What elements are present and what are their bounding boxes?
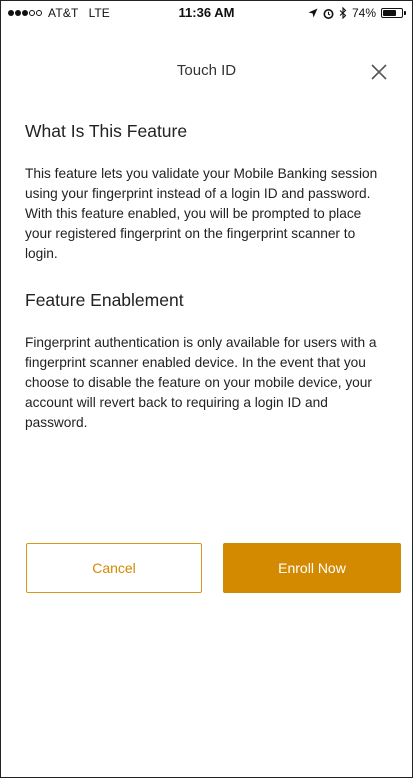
close-button[interactable] bbox=[368, 61, 390, 83]
bluetooth-icon bbox=[339, 7, 347, 19]
section-title: Feature Enablement bbox=[25, 290, 184, 310]
content: What Is This Feature This feature lets y… bbox=[25, 121, 387, 433]
page-title: Touch ID bbox=[176, 62, 237, 79]
status-right: 74% bbox=[308, 6, 406, 20]
section-feature-enablement: Feature Enablement Fingerprint authentic… bbox=[25, 290, 387, 433]
section-body: This feature lets you validate your Mobi… bbox=[25, 166, 378, 261]
modal-header: Touch ID bbox=[1, 59, 412, 89]
section-body: Fingerprint authentication is only avail… bbox=[25, 335, 377, 430]
alarm-icon bbox=[323, 8, 334, 19]
close-icon bbox=[371, 64, 387, 80]
status-bar: AT&T LTE 11:36 AM 74% bbox=[1, 1, 412, 25]
location-arrow-icon bbox=[308, 8, 318, 18]
cancel-button[interactable]: Cancel bbox=[26, 543, 202, 593]
battery-icon bbox=[381, 8, 406, 18]
battery-fill bbox=[383, 10, 397, 16]
section-title: What Is This Feature bbox=[25, 121, 188, 141]
section-what-is-feature: What Is This Feature This feature lets y… bbox=[25, 121, 387, 264]
battery-percent: 74% bbox=[351, 6, 376, 20]
enroll-now-button[interactable]: Enroll Now bbox=[223, 543, 401, 593]
app-frame: AT&T LTE 11:36 AM 74% Touch ID What Is T… bbox=[0, 0, 413, 778]
